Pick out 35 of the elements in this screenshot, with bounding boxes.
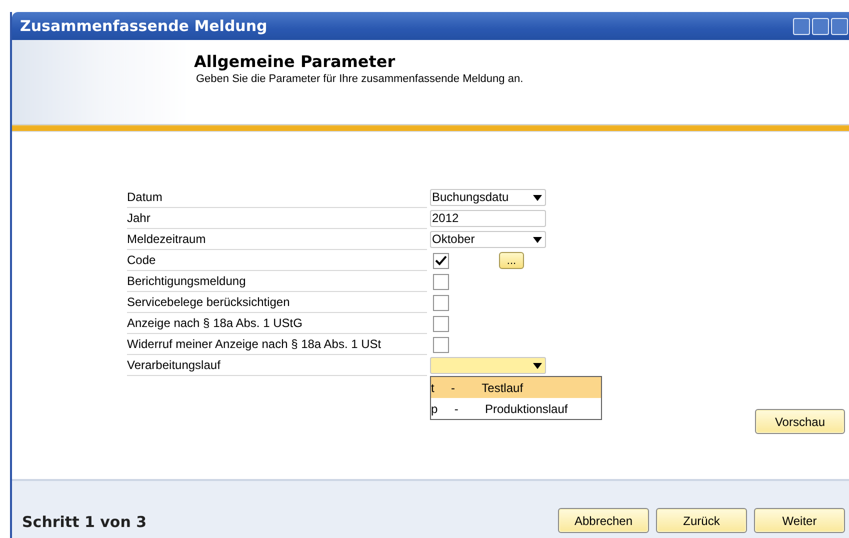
field-label: Jahr [127,208,427,228]
field-label: Datum [127,188,427,208]
dropdown-arrow-icon[interactable] [533,236,542,242]
checkbox[interactable] [433,294,449,310]
field-label: Servicebelege berücksichtigen [127,292,427,312]
window-title: Zusammenfassende Meldung [19,17,268,35]
checkbox[interactable] [433,316,449,332]
dropdown-option[interactable]: p - Produktionslauf [431,398,601,419]
field-label: Berichtigungsmeldung [127,272,427,292]
ellipsis-button[interactable]: ... [499,252,524,269]
field-label: Widerruf meiner Anzeige nach § 18a Abs. 1 USt [127,334,427,354]
dropdown-arrow-icon[interactable] [533,362,542,368]
field-label: Anzeige nach § 18a Abs. 1 UStG [127,314,427,334]
dropdown-field[interactable]: Buchungsdatu [430,189,546,206]
maximize-button[interactable] [812,18,829,34]
footer-button[interactable]: Weiter [754,508,845,533]
checkbox[interactable] [433,274,449,290]
step-indicator: Schritt 1 von 3 [22,513,147,533]
footer-button[interactable]: Abbrechen [558,508,649,533]
close-button[interactable] [831,18,848,34]
minimize-button[interactable] [793,18,810,34]
footer-button[interactable]: Zurück [656,508,747,533]
dropdown-arrow-icon[interactable] [533,194,542,200]
text-field[interactable]: 2012 [430,210,546,227]
section-title: Allgemeine Parameter [194,52,396,71]
field-label: Verarbeitungslauf [127,356,427,376]
checkbox[interactable] [433,252,449,268]
dropdown-field[interactable] [430,357,546,374]
field-label: Meldezeitraum [127,230,427,250]
checkbox[interactable] [433,336,449,352]
dropdown-field[interactable]: Oktober [430,231,546,248]
field-label: Code [127,250,427,270]
dropdown-option[interactable]: t - Testlauf [431,377,601,398]
preview-button[interactable]: Vorschau [755,409,845,434]
section-description: Geben Sie die Parameter für Ihre zusammenfassende Meldung an. [195,73,524,85]
